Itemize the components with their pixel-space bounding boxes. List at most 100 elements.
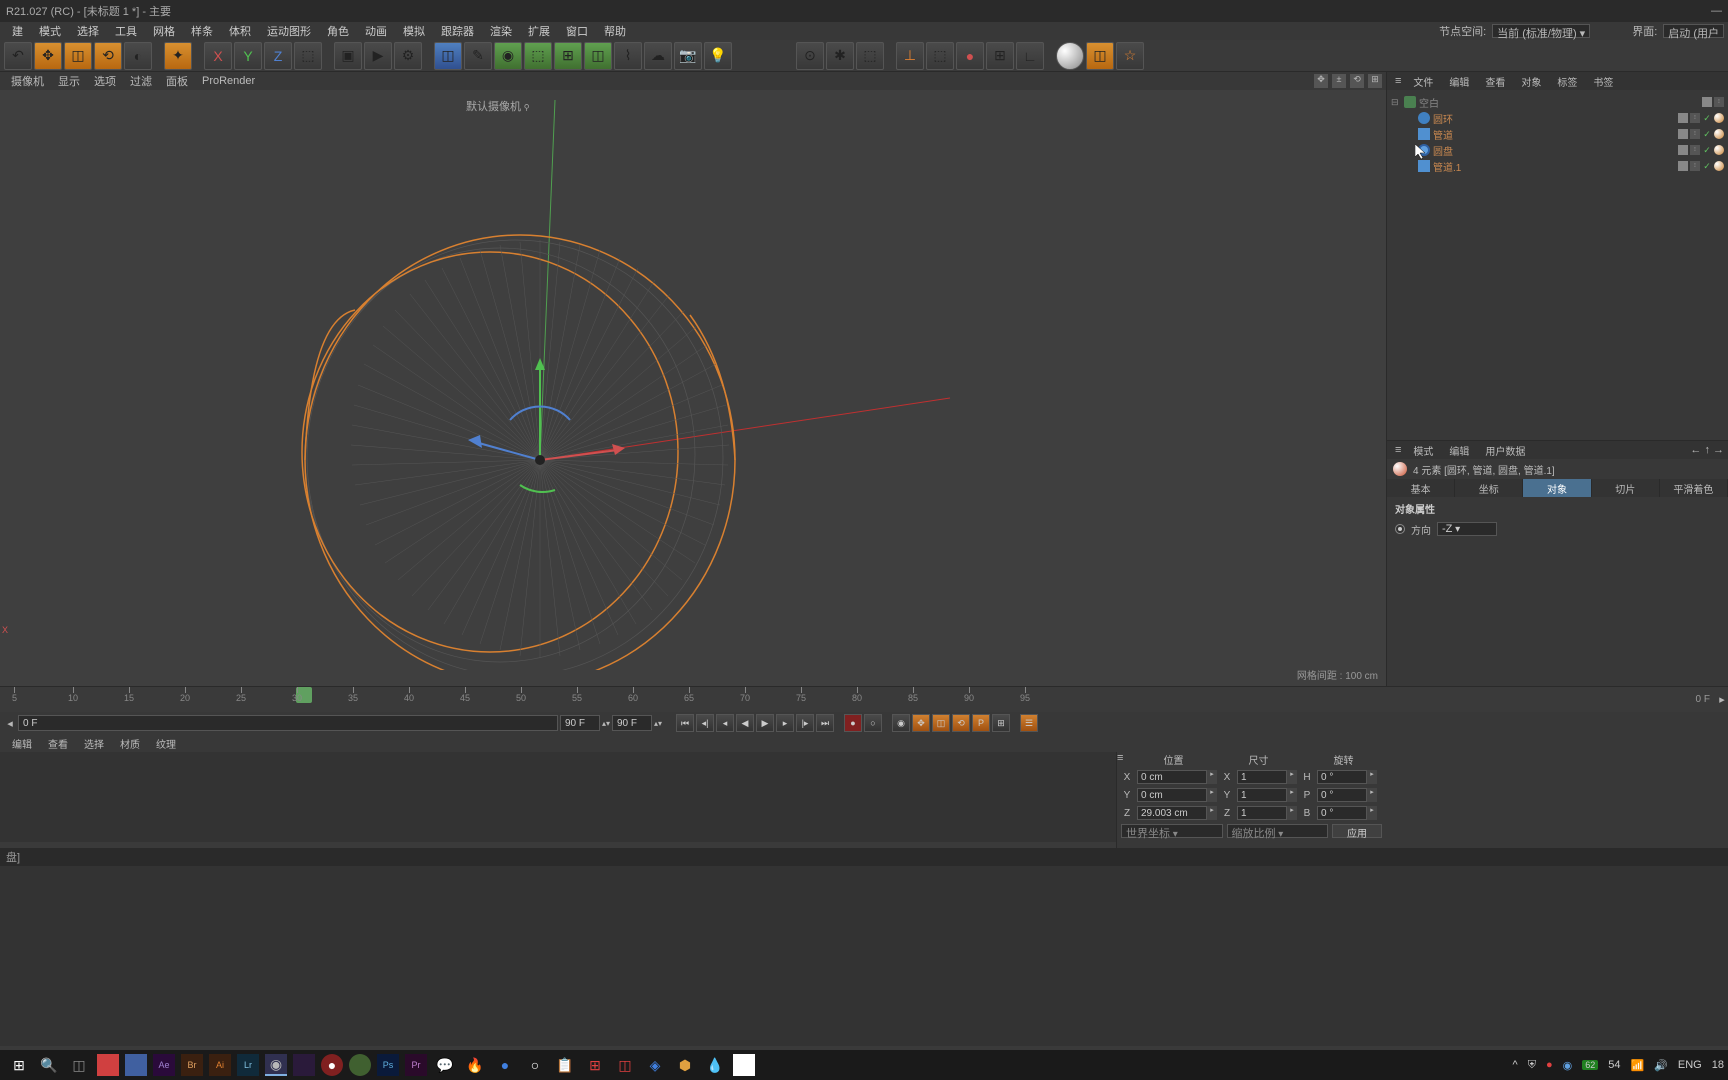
mat-tab-texture[interactable]: 纹理: [148, 736, 184, 751]
spinner-icon[interactable]: ▴▾: [602, 719, 610, 728]
generator-extrude[interactable]: ⬚: [524, 42, 552, 70]
attr-subtab-coord[interactable]: 坐标: [1455, 479, 1523, 497]
spline-pen[interactable]: ✎: [464, 42, 492, 70]
app-icon[interactable]: [97, 1054, 119, 1076]
menu-item[interactable]: 运动图形: [259, 23, 319, 39]
c4d-icon[interactable]: ◉: [265, 1054, 287, 1076]
key-param-button[interactable]: P: [972, 714, 990, 732]
rot-h-input[interactable]: [1317, 770, 1367, 784]
key-rot-button[interactable]: ⟲: [952, 714, 970, 732]
generator-array[interactable]: ◫: [584, 42, 612, 70]
spinner-icon[interactable]: ▸: [1287, 770, 1297, 784]
size-y-input[interactable]: [1237, 788, 1287, 802]
spinner-icon[interactable]: ▴▾: [654, 719, 662, 728]
mat-tab-edit[interactable]: 编辑: [4, 736, 40, 751]
environment[interactable]: ☁: [644, 42, 672, 70]
attr-subtab-basic[interactable]: 基本: [1387, 479, 1455, 497]
material-sphere[interactable]: [1056, 42, 1084, 70]
spinner-icon[interactable]: ▸: [1207, 806, 1217, 820]
menu-item[interactable]: 网格: [145, 23, 183, 39]
phong-tag[interactable]: [1714, 129, 1724, 139]
fwd-arrow-icon[interactable]: →: [1713, 444, 1724, 456]
br-icon[interactable]: Br: [181, 1054, 203, 1076]
attr-subtab-object[interactable]: 对象: [1523, 479, 1591, 497]
check-tag[interactable]: ✓: [1702, 129, 1712, 139]
phong-tag[interactable]: [1714, 161, 1724, 171]
menu-item[interactable]: 体积: [221, 23, 259, 39]
menu-item[interactable]: 跟踪器: [433, 23, 482, 39]
play-button[interactable]: ▶: [756, 714, 774, 732]
tray-chevron-icon[interactable]: ^: [1513, 1059, 1518, 1071]
expand-icon[interactable]: ⊟: [1391, 97, 1401, 108]
start-button[interactable]: ⊞: [4, 1051, 34, 1079]
taskview-icon[interactable]: ◫: [64, 1051, 94, 1079]
3d-viewport[interactable]: 默认摄像机 ⚲: [0, 90, 1386, 686]
vp-orbit-icon[interactable]: ⟲: [1350, 74, 1364, 88]
mat-tab-material[interactable]: 材质: [112, 736, 148, 751]
obj-name[interactable]: 圆盘: [1433, 143, 1675, 158]
menu-item[interactable]: 窗口: [558, 23, 596, 39]
material-manager[interactable]: [0, 752, 1116, 842]
scale-tool[interactable]: ◫: [64, 42, 92, 70]
render-region[interactable]: ▶: [364, 42, 392, 70]
obj-tab-file[interactable]: 文件: [1405, 74, 1441, 89]
menu-item[interactable]: 动画: [357, 23, 395, 39]
next-frame-button[interactable]: ▸: [776, 714, 794, 732]
check-tag[interactable]: ✓: [1702, 145, 1712, 155]
pr-icon[interactable]: Pr: [405, 1054, 427, 1076]
app-icon[interactable]: [125, 1054, 147, 1076]
spinner-icon[interactable]: ▸: [1367, 770, 1377, 784]
ae-icon[interactable]: Ae: [153, 1054, 175, 1076]
app-icon[interactable]: ●: [321, 1054, 343, 1076]
interface-dropdown[interactable]: 启动 (用户: [1663, 24, 1724, 38]
node-space-dropdown[interactable]: 当前 (标准/物理) ▾: [1492, 24, 1590, 38]
last-tool[interactable]: ◐: [124, 42, 152, 70]
app-icon[interactable]: [733, 1054, 755, 1076]
attr-tab-userdata[interactable]: 用户数据: [1477, 443, 1533, 458]
vp-menu-display[interactable]: 显示: [51, 73, 87, 89]
z-axis-lock[interactable]: Z: [264, 42, 292, 70]
rot-b-input[interactable]: [1317, 806, 1367, 820]
snap-toggle[interactable]: ⊙: [796, 42, 824, 70]
minimize-button[interactable]: —: [1711, 5, 1722, 17]
coord-system[interactable]: ⬚: [294, 42, 322, 70]
total-frame-input[interactable]: [560, 715, 600, 731]
vis-tag[interactable]: [1678, 113, 1688, 123]
tray-record-icon[interactable]: ●: [1546, 1059, 1553, 1071]
move-tool[interactable]: ✥: [34, 42, 62, 70]
timeline-track[interactable]: 5101520253035404550556065707580859095: [0, 687, 1690, 712]
timeline-menu-icon[interactable]: ◂: [4, 717, 16, 730]
attr-subtab-slice[interactable]: 切片: [1592, 479, 1660, 497]
timeline-scroll-icon[interactable]: ▸: [1716, 693, 1728, 706]
app-icon[interactable]: ●: [490, 1051, 520, 1079]
object-tree[interactable]: ⊟ 空白 ⁝ 圆环 ⁝✓ 管道 ⁝✓ 圆盘 ⁝✓: [1387, 90, 1728, 440]
hamburger-icon[interactable]: ≡: [1117, 752, 1131, 768]
spinner-icon[interactable]: ▸: [1367, 806, 1377, 820]
vp-menu-filter[interactable]: 过滤: [123, 73, 159, 89]
timeline-dope-button[interactable]: ☰: [1020, 714, 1038, 732]
obj-tab-object[interactable]: 对象: [1513, 74, 1549, 89]
app-icon[interactable]: [349, 1054, 371, 1076]
tree-row[interactable]: 管道.1 ⁝✓: [1391, 158, 1724, 174]
workplane-align[interactable]: ⊞: [986, 42, 1014, 70]
back-arrow-icon[interactable]: ←: [1690, 444, 1701, 456]
size-z-input[interactable]: [1237, 806, 1287, 820]
render-view[interactable]: ▣: [334, 42, 362, 70]
x-axis-lock[interactable]: X: [204, 42, 232, 70]
record-button[interactable]: ●: [844, 714, 862, 732]
render-settings[interactable]: ⚙: [394, 42, 422, 70]
app-icon[interactable]: 🔥: [460, 1051, 490, 1079]
lr-icon[interactable]: Lr: [237, 1054, 259, 1076]
menu-item[interactable]: 选择: [69, 23, 107, 39]
live-select[interactable]: ✦: [164, 42, 192, 70]
vp-menu-panel[interactable]: 面板: [159, 73, 195, 89]
phong-tag[interactable]: [1714, 145, 1724, 155]
menu-item[interactable]: 工具: [107, 23, 145, 39]
obj-name[interactable]: 圆环: [1433, 111, 1675, 126]
mat-tab-select[interactable]: 选择: [76, 736, 112, 751]
key-scale-button[interactable]: ◫: [932, 714, 950, 732]
vp-menu-camera[interactable]: 摄像机: [4, 73, 51, 89]
obj-tab-edit[interactable]: 编辑: [1441, 74, 1477, 89]
app-icon[interactable]: ◈: [640, 1051, 670, 1079]
pos-x-input[interactable]: [1137, 770, 1207, 784]
